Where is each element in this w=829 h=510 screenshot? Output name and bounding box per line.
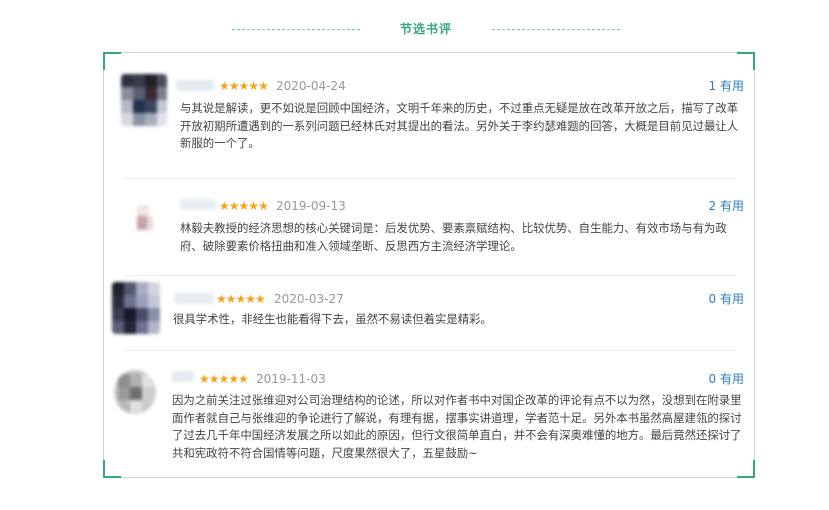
- useful-count: 0: [708, 372, 717, 386]
- review-text: 林毅夫教授的经济思想的核心关键词是：后发优势、要素禀赋结构、比较优势、自生能力、…: [180, 221, 727, 253]
- review-text: 很具学术性，非经生也能看得下去，虽然不易读但着实是精彩。: [173, 312, 492, 326]
- user-avatar[interactable]: [121, 74, 167, 126]
- title-divider-left: [232, 29, 360, 30]
- review-date: 2019-09-13: [276, 199, 346, 213]
- review-item: ★★★★★ 2019-09-13 2 有用 林毅夫教授的经济思想的核心关键词是：…: [104, 179, 756, 275]
- review-date: 2019-11-03: [256, 372, 326, 386]
- rating-stars: ★★★★★: [216, 292, 266, 306]
- username[interactable]: [176, 80, 214, 91]
- useful-label: 有用: [719, 79, 744, 93]
- useful-label: 有用: [719, 292, 744, 306]
- useful-label: 有用: [719, 199, 744, 213]
- rating-stars: ★★★★★: [219, 79, 269, 93]
- review-text: 与其说是解读，更不如说是回顾中国经济，文明千年来的历史，不过重点无疑是放在改革开…: [180, 101, 739, 150]
- user-avatar[interactable]: [114, 370, 156, 414]
- title-divider-right: [492, 29, 620, 30]
- review-date: 2020-03-27: [274, 292, 344, 306]
- reviews-panel: ★★★★★ 2020-04-24 1 有用 与其说是解读，更不如说是回顾中国经济…: [103, 52, 755, 478]
- useful-count: 2: [708, 199, 717, 213]
- useful-count: 0: [708, 292, 717, 306]
- username[interactable]: [172, 371, 194, 382]
- useful-button[interactable]: 1 有用: [709, 79, 744, 93]
- useful-button[interactable]: 0 有用: [709, 372, 744, 386]
- section-header: 节选书评: [0, 18, 829, 42]
- rating-stars: ★★★★★: [219, 199, 269, 213]
- review-item: ★★★★★ 2020-04-24 1 有用 与其说是解读，更不如说是回顾中国经济…: [104, 53, 756, 178]
- useful-count: 1: [708, 79, 717, 93]
- useful-button[interactable]: 0 有用: [709, 292, 744, 306]
- user-avatar[interactable]: [112, 282, 160, 334]
- user-avatar[interactable]: [124, 199, 162, 237]
- review-date: 2020-04-24: [276, 79, 346, 93]
- useful-button[interactable]: 2 有用: [709, 199, 744, 213]
- useful-label: 有用: [719, 372, 744, 386]
- rating-stars: ★★★★★: [199, 372, 249, 386]
- review-text: 因为之前关注过张维迎对公司治理结构的论述，所以对作者书中对国企改革的评论有点不以…: [172, 393, 742, 460]
- username[interactable]: [180, 199, 216, 210]
- section-title: 节选书评: [399, 22, 452, 36]
- username[interactable]: [174, 293, 214, 304]
- review-item: ★★★★★ 2019-11-03 0 有用 因为之前关注过张维迎对公司治理结构的…: [104, 351, 756, 477]
- review-item: ★★★★★ 2020-03-27 0 有用 很具学术性，非经生也能看得下去，虽然…: [104, 276, 756, 350]
